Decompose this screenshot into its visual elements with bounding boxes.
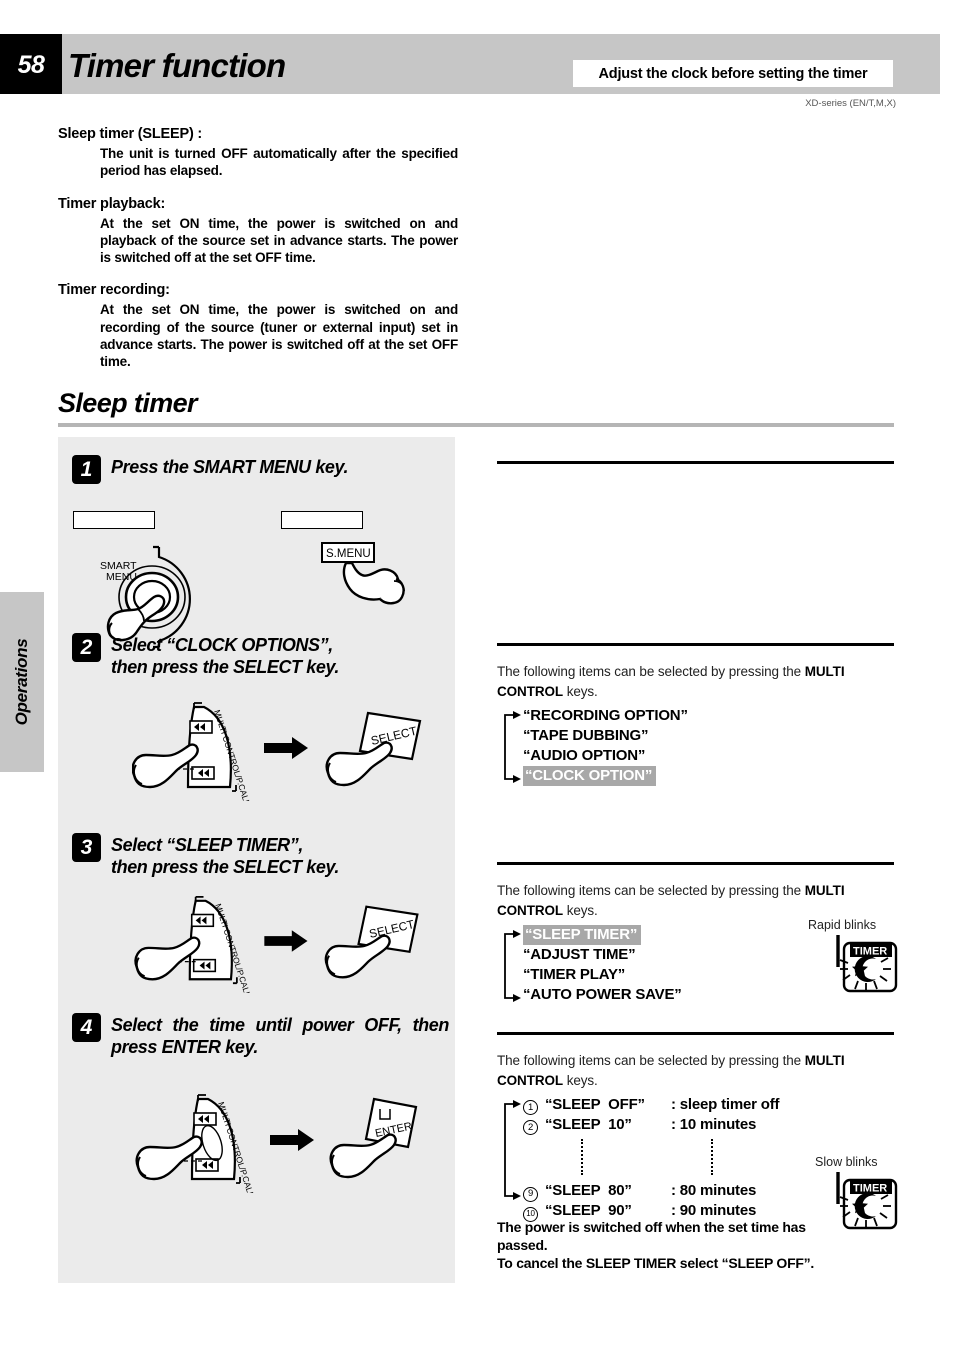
divider-step4	[497, 1032, 894, 1035]
note-lead-part1: The following items can be selected by p…	[497, 883, 805, 898]
remote-label-box	[281, 511, 363, 529]
divider-step2	[497, 643, 894, 646]
note-lead-part1: The following items can be selected by p…	[497, 1053, 805, 1068]
page-number-block: 58	[0, 34, 62, 94]
step-number: 3	[72, 833, 101, 862]
sidebar-tab-operations: Operations	[0, 592, 44, 772]
loop-bracket-icon	[504, 929, 521, 1002]
section-divider	[58, 423, 894, 427]
model-series-label: XD-series (EN/T,M,X)	[805, 98, 896, 109]
loop-bracket-icon	[504, 710, 521, 783]
step-instruction-line: press ENTER key.	[111, 1036, 259, 1057]
item-description: : sleep timer off	[671, 1095, 780, 1113]
item-index: 2	[523, 1120, 538, 1136]
definition-body: At the set ON time, the power is switche…	[100, 215, 458, 266]
note-lead-part1: The following items can be selected by p…	[497, 664, 805, 679]
item-description: : 10 minutes	[671, 1115, 757, 1133]
remote-key-label: S.MENU	[326, 548, 371, 560]
step-4: 4 Select the time until power OFF, then …	[72, 1013, 449, 1193]
definition-term: Sleep timer (SLEEP) :	[58, 126, 203, 142]
sleep-value-row[interactable]: 1 “SLEEP OFF” : sleep timer off	[523, 1095, 894, 1116]
step-number: 2	[72, 633, 101, 662]
steps-panel: 1 Press the SMART MENU key. SMART MENU S…	[58, 437, 455, 1283]
note-lead-part2: keys.	[563, 903, 598, 919]
clock-options-list: “RECORDING OPTION” “TAPE DUBBING” “AUDIO…	[497, 706, 894, 786]
vertical-ellipsis-names	[581, 1138, 583, 1175]
step-1: 1 Press the SMART MENU key. SMART MENU S…	[72, 455, 405, 649]
definition-body: At the set ON time, the power is switche…	[100, 302, 458, 370]
step-instruction-line: then press the SELECT key.	[111, 856, 340, 877]
timer-indicator-rapid: TIMER	[830, 933, 902, 995]
header-note-banner: Adjust the clock before setting the time…	[573, 60, 893, 87]
page-number: 58	[17, 50, 45, 79]
closing-line: passed.	[497, 1237, 548, 1254]
note-lead: The following items can be selected by p…	[497, 1051, 894, 1092]
multi-control-select-illustration: MULTI CONTROL/P.CALL SELECT	[132, 889, 432, 993]
item-name: “SLEEP 10”	[545, 1115, 632, 1133]
step-3: 3 Select “SLEEP TIMER”, then press the S…	[72, 833, 419, 993]
closing-note: The power is switched off when the set t…	[497, 1218, 827, 1273]
step-number: 1	[72, 455, 101, 484]
definition-body: The unit is turned OFF automatically aft…	[100, 146, 458, 179]
step-instruction-line: Select “SLEEP TIMER”,	[111, 835, 303, 855]
item-name: “SLEEP 80”	[545, 1181, 632, 1199]
step-2: 2 Select “CLOCK OPTIONS”, then press the…	[72, 633, 422, 801]
note-lead: The following items can be selected by p…	[497, 662, 894, 703]
timer-indicator-label: TIMER	[853, 1183, 887, 1195]
note-lead-part2: keys.	[563, 684, 598, 700]
rapid-blinks-caption: Rapid blinks	[808, 918, 877, 932]
closing-line: The power is switched off when the set t…	[497, 1219, 806, 1235]
timer-indicator-slow: TIMER	[830, 1170, 902, 1232]
option-item[interactable]: “TAPE DUBBING”	[523, 726, 894, 746]
step-instruction-line: Select “CLOCK OPTIONS”,	[111, 635, 333, 655]
unit-label-box	[73, 511, 155, 529]
option-item[interactable]: “RECORDING OPTION”	[523, 706, 894, 726]
header-note-text: Adjust the clock before setting the time…	[598, 65, 868, 82]
item-index: 1	[523, 1100, 538, 1116]
option-item-selected[interactable]: “CLOCK OPTION”	[523, 765, 657, 786]
note-lead-part2: keys.	[563, 1073, 598, 1089]
section-title: Sleep timer	[58, 388, 198, 418]
vertical-ellipsis-values	[711, 1138, 713, 1175]
step-instruction-line: then press the SELECT key.	[111, 656, 340, 677]
item-index: 9	[523, 1186, 538, 1202]
step-1-label-boxes	[73, 511, 443, 529]
option-item[interactable]: “AUDIO OPTION”	[523, 746, 894, 766]
item-name: “SLEEP OFF”	[545, 1095, 645, 1113]
sleep-value-row[interactable]: 2 “SLEEP 10” : 10 minutes	[523, 1115, 894, 1136]
option-item-selected[interactable]: “SLEEP TIMER”	[523, 924, 642, 945]
section-heading-group: Sleep timer	[58, 388, 894, 427]
loop-bracket-icon	[504, 1099, 521, 1200]
page-title: Timer function	[68, 47, 286, 84]
divider-step3	[497, 862, 894, 865]
timer-indicator-label: TIMER	[853, 946, 887, 958]
step-instruction-line: Press the SMART MENU key.	[111, 457, 349, 477]
slow-blinks-caption: Slow blinks	[815, 1155, 878, 1169]
closing-line: To cancel the SLEEP TIMER select “SLEEP …	[497, 1255, 815, 1272]
definition-term: Timer playback:	[58, 195, 166, 212]
definition-term: Timer recording:	[58, 282, 170, 299]
timer-definitions: Sleep timer (SLEEP) : The unit is turned…	[58, 126, 458, 370]
item-description: : 80 minutes	[671, 1181, 757, 1199]
multi-control-select-illustration: MULTI CONTROL/P.CALL SELECT	[132, 695, 432, 801]
step-instruction-line: Select the time until power OFF, then	[111, 1015, 449, 1035]
sidebar-tab-label: Operations	[12, 638, 31, 726]
divider-step1	[497, 461, 894, 464]
step-number: 4	[72, 1013, 101, 1042]
multi-control-enter-illustration: MULTI CONTROL/P.CALL ENTER	[134, 1085, 434, 1193]
note-lead: The following items can be selected by p…	[497, 881, 894, 922]
clock-options-note: The following items can be selected by p…	[497, 662, 894, 786]
s-menu-remote-illustration: S.MENU	[316, 539, 426, 621]
